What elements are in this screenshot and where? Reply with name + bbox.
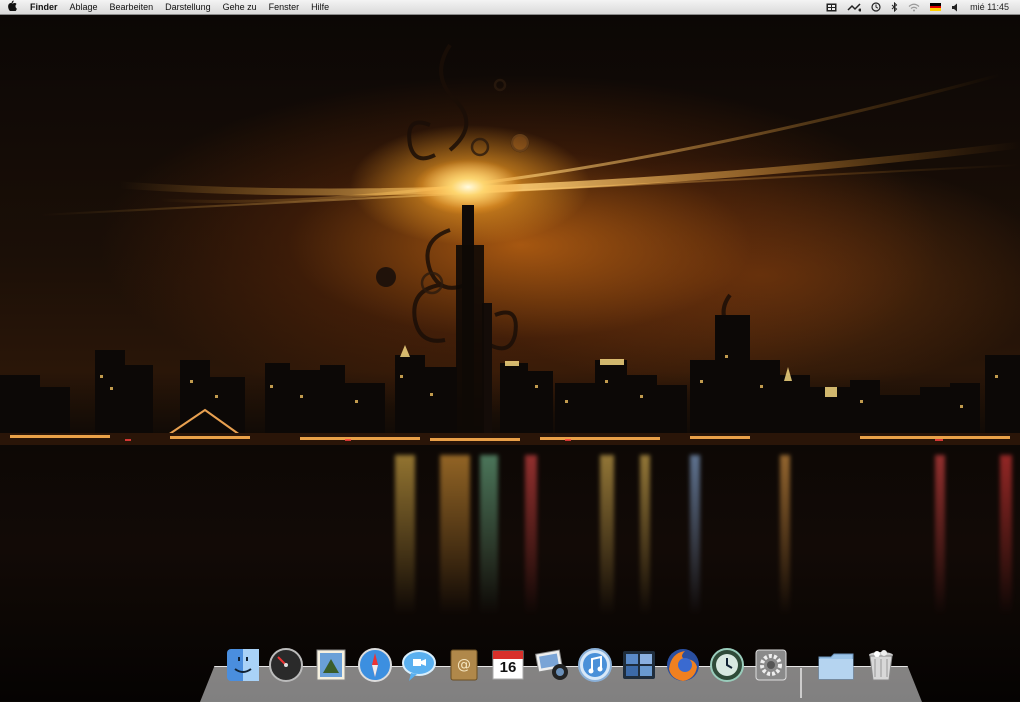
- menu-darstellung[interactable]: Darstellung: [159, 0, 217, 14]
- mail-stamp-icon[interactable]: [312, 646, 350, 684]
- water-reflection: [440, 455, 470, 615]
- water-reflection: [640, 455, 650, 615]
- address-book-icon[interactable]: @: [445, 646, 483, 684]
- folder-icon[interactable]: [817, 646, 855, 684]
- desktop-wallpaper: [0, 15, 1020, 701]
- firefox-icon[interactable]: [664, 646, 702, 684]
- menu-finder[interactable]: Finder: [24, 0, 64, 14]
- time-machine-icon[interactable]: [871, 2, 881, 12]
- water-reflection: [600, 455, 614, 615]
- ichat-icon[interactable]: [400, 646, 438, 684]
- system-preferences-icon[interactable]: [752, 646, 790, 684]
- menu-gehe-zu[interactable]: Gehe zu: [217, 0, 263, 14]
- wifi-icon[interactable]: [908, 3, 920, 12]
- water-reflection: [480, 455, 498, 615]
- ical-icon[interactable]: 16: [489, 646, 527, 684]
- sync-icon[interactable]: [847, 2, 862, 12]
- menu-ablage[interactable]: Ablage: [64, 0, 104, 14]
- water-reflection: [935, 455, 945, 615]
- svg-text:@: @: [457, 657, 471, 673]
- water-reflection: [1000, 455, 1012, 615]
- apple-icon[interactable]: [0, 0, 24, 14]
- time-machine-icon[interactable]: [708, 646, 746, 684]
- flag-de-icon[interactable]: [930, 3, 942, 12]
- menu-clock[interactable]: mié 11:45: [970, 0, 1009, 14]
- ical-date-label: 16: [499, 659, 517, 676]
- dock-separator: [800, 668, 802, 698]
- bluetooth-icon[interactable]: [891, 2, 898, 12]
- menu-bearbeiten[interactable]: Bearbeiten: [104, 0, 160, 14]
- water-reflection: [395, 455, 415, 615]
- dashboard-icon[interactable]: [267, 646, 305, 684]
- finder-icon[interactable]: [224, 646, 262, 684]
- water-reflection: [780, 455, 790, 615]
- menu-hilfe[interactable]: Hilfe: [305, 0, 335, 14]
- iphoto-icon[interactable]: [533, 646, 571, 684]
- safari-icon[interactable]: [356, 646, 394, 684]
- spaces-icon[interactable]: [620, 646, 658, 684]
- spaces-icon[interactable]: [826, 3, 837, 12]
- trash-icon[interactable]: [862, 646, 900, 684]
- water-reflection: [525, 455, 537, 615]
- volume-icon[interactable]: [951, 3, 960, 12]
- menu-extras: mié 11:45: [821, 0, 1020, 14]
- menu-fenster[interactable]: Fenster: [263, 0, 306, 14]
- itunes-icon[interactable]: [576, 646, 614, 684]
- water-reflection: [690, 455, 700, 615]
- menu-bar: Finder Ablage Bearbeiten Darstellung Geh…: [0, 0, 1020, 15]
